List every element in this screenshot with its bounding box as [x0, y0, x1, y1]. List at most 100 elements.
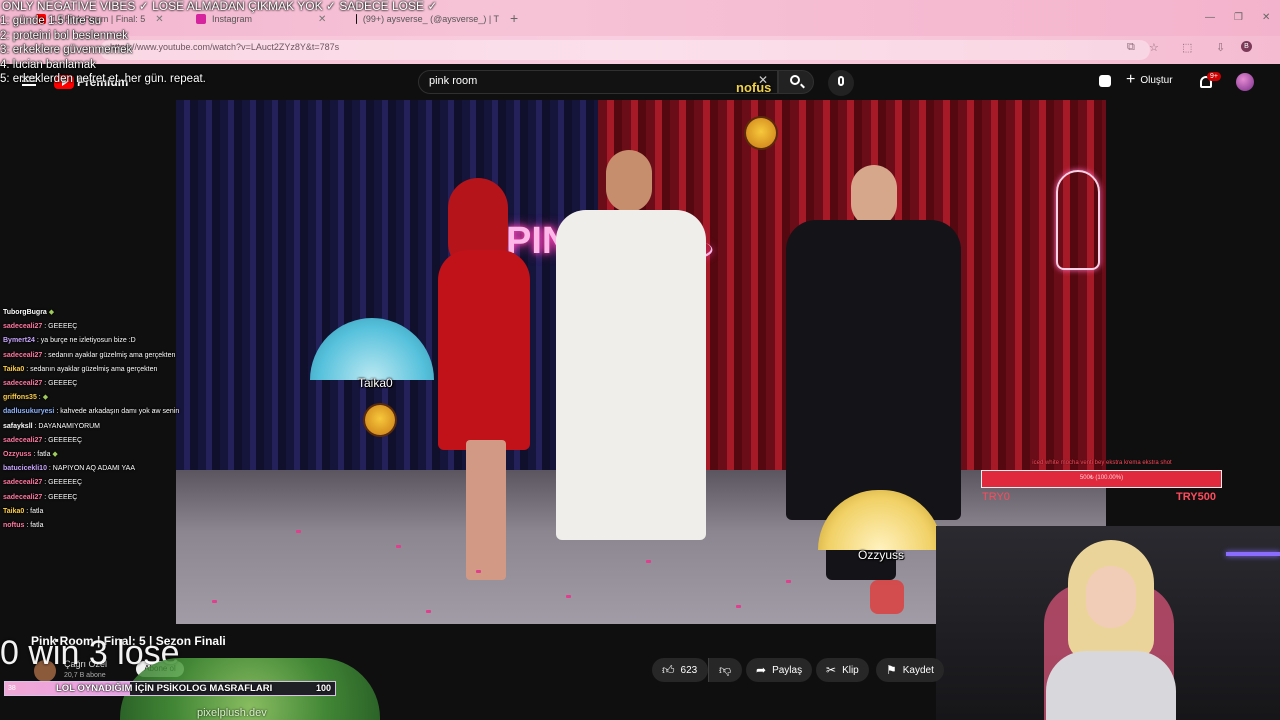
chat-username[interactable]: sadeceali27	[3, 323, 42, 330]
chat-username[interactable]: safayksll	[3, 423, 33, 430]
vibes-banner: ONLY NEGATIVE VIBES ✓ LOSE ALMADAN ÇIKMA…	[2, 0, 438, 13]
man-white-head	[606, 150, 652, 212]
extensions-icon[interactable]: ⬚	[1182, 41, 1192, 54]
chat-username[interactable]: Ozzyuss	[3, 451, 31, 458]
woman-legs	[466, 440, 506, 580]
drop-username: Ozzyuss	[858, 548, 905, 562]
chat-username[interactable]: noftus	[3, 522, 24, 529]
scissors-icon: ✂	[826, 663, 837, 677]
stream-logo: nofus	[736, 80, 772, 95]
chat-username[interactable]: Taika0	[3, 508, 24, 515]
chat-username[interactable]: batucicekli10	[3, 465, 47, 472]
chat-text: : NAPIYON AQ ADAMI YAA	[48, 465, 136, 473]
chat-username[interactable]: griffons35	[3, 394, 37, 401]
tab-label: Instagram	[212, 14, 253, 24]
rgb-light	[1226, 552, 1280, 556]
minimize-icon[interactable]: —	[1205, 12, 1215, 23]
close-icon[interactable]: ✕	[318, 14, 326, 25]
confetti	[566, 595, 571, 598]
goal-line: 4: lucian banlamak	[0, 58, 96, 71]
confetti	[426, 610, 431, 613]
chick-sprite	[746, 118, 776, 148]
goal-line: 3: erkeklere güvenmemek	[0, 44, 133, 56]
pixelplush-watermark: pixelplush.dev	[197, 707, 267, 719]
chat-text: : sedanın ayaklar güzelmiş ama gerçekten	[44, 351, 176, 359]
chat-text: : GEEEEÇ	[44, 380, 78, 388]
donation-goal-max: TRY500	[1176, 491, 1216, 503]
chat-username[interactable]: sadeceali27	[3, 380, 42, 387]
confetti	[396, 545, 401, 548]
webcam-feed	[936, 526, 1280, 720]
goal-line: 2: proteini bol beslenmek	[0, 29, 128, 42]
clip-button[interactable]: ✂ Klip	[816, 658, 869, 682]
create-label: Oluştur	[1140, 74, 1173, 86]
like-count: 623	[680, 664, 698, 676]
chat-message: sadeceali27 : GEEEEÇ	[3, 491, 223, 505]
window-close-icon[interactable]: ✕	[1262, 12, 1270, 23]
maximize-icon[interactable]: ❐	[1234, 12, 1243, 23]
goal-line: 1: günde 1.5 litre su	[0, 15, 102, 27]
chat-text: : sedanın ayaklar güzelmiş ama gerçekten	[26, 365, 158, 373]
create-button[interactable]: + Oluştur	[1126, 72, 1173, 88]
chat-username[interactable]: sadeceali27	[3, 352, 42, 359]
chat-overlay: TuborgBugra ◆ sadeceali27 : GEEEEÇ Bymert2…	[3, 306, 223, 533]
install-icon[interactable]: ⧉	[1127, 41, 1135, 54]
chat-text: : GEEEEEÇ	[44, 436, 82, 444]
neon-ghost-sign	[1056, 170, 1100, 270]
chat-username[interactable]: sadeceali27	[3, 479, 42, 486]
man-black-head	[851, 165, 897, 227]
confetti	[476, 570, 481, 573]
account-avatar[interactable]	[1236, 73, 1254, 91]
chat-message: sadeceali27 : GEEEEÇ	[3, 377, 223, 391]
share-label: Paylaş	[772, 664, 803, 676]
chat-text: : ya burçe ne izletiyosun bize :D	[36, 337, 136, 345]
profile-icon[interactable]: B	[1241, 41, 1252, 52]
donation-goal-min: TRY0	[982, 491, 1010, 503]
chat-text: : fatla	[33, 451, 51, 459]
chat-message: Bymert24 : ya burçe ne izletiyosun bize …	[3, 334, 223, 348]
thumbs-up-icon: 👍︎	[662, 663, 675, 677]
goals-list: 1: günde 1.5 litre su 2: proteini bol be…	[0, 14, 206, 87]
dislike-button[interactable]: 👎︎	[708, 658, 742, 682]
emote-icon: ◆	[40, 394, 49, 402]
cast-icon[interactable]	[1099, 75, 1111, 87]
drop-username: Taika0	[358, 376, 393, 390]
new-tab-button[interactable]: +	[510, 10, 518, 26]
share-icon: ➦	[756, 663, 767, 677]
search-value[interactable]: pink room	[429, 75, 477, 87]
chat-message: Ozzyuss : fatla ◆	[3, 448, 223, 462]
chat-username[interactable]: sadeceali27	[3, 494, 42, 501]
chat-message: safayksll : DAYANAMIYORUM	[3, 420, 223, 434]
clip-label: Klip	[842, 664, 859, 676]
chat-text: : DAYANAMIYORUM	[34, 422, 101, 430]
chat-username[interactable]: sadeceali27	[3, 437, 42, 444]
chat-username[interactable]: Taika0	[3, 366, 24, 373]
subscriber-count: 20,7 B abone	[64, 672, 106, 679]
chat-text: : GEEEEÇ	[44, 493, 78, 501]
confetti	[736, 605, 741, 608]
chat-message: sadeceali27 : sedanın ayaklar güzelmiş a…	[3, 349, 223, 363]
streamer-face	[1086, 566, 1136, 628]
streamer-shirt	[1046, 651, 1176, 720]
confetti	[296, 530, 301, 533]
chat-text: : GEEEEÇ	[44, 323, 78, 331]
bookmark-star-icon[interactable]: ☆	[1149, 41, 1159, 54]
save-label: Kaydet	[902, 664, 934, 676]
downloads-icon[interactable]: ⇩	[1216, 41, 1225, 54]
goal-line: 5: erkeklerden nefret et. her gün. repea…	[0, 73, 206, 85]
search-icon	[790, 75, 800, 85]
chat-message: Taika0 : fatla	[3, 505, 223, 519]
save-button[interactable]: ⚑ Kaydet	[876, 658, 944, 682]
emote-icon: ◆	[48, 309, 55, 316]
like-button[interactable]: 👍︎ 623	[652, 658, 708, 682]
chat-username[interactable]: TuborgBugra	[3, 309, 47, 316]
chat-username[interactable]: dadlusukuryesi	[3, 408, 54, 415]
thumbs-down-icon: 👎︎	[719, 663, 732, 677]
chat-message: TuborgBugra ◆	[3, 306, 223, 320]
tab-label: (99+) aysverse_ (@aysverse_) | T	[362, 14, 499, 24]
share-button[interactable]: ➦ Paylaş	[746, 658, 813, 682]
chat-message: batucicekli10 : NAPIYON AQ ADAMI YAA	[3, 462, 223, 476]
chat-username[interactable]: Bymert24	[3, 337, 35, 344]
chat-message: sadeceali27 : GEEEEÇ	[3, 320, 223, 334]
chat-text: : fatla	[26, 507, 44, 515]
